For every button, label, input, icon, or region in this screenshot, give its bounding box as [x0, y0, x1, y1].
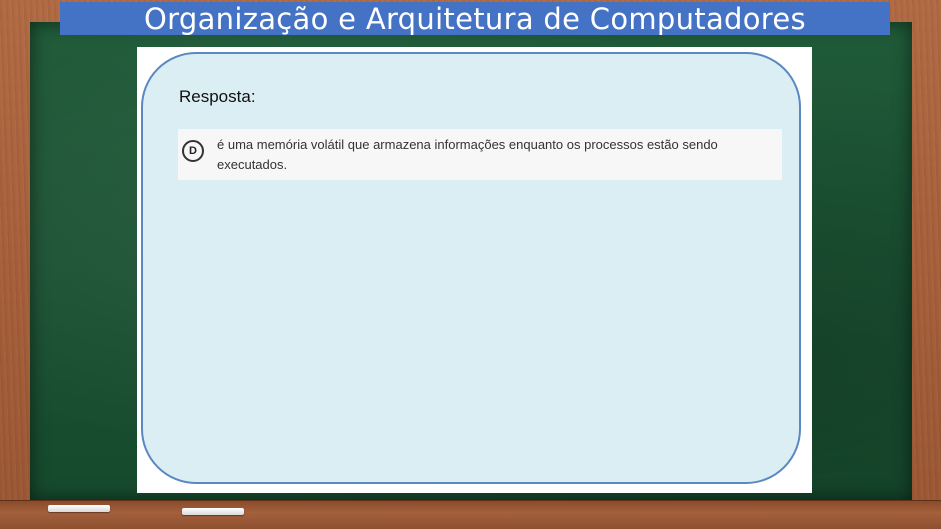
chalk-piece	[182, 508, 244, 515]
answer-option: D é uma memória volátil que armazena inf…	[178, 129, 782, 180]
answer-label: Resposta:	[179, 87, 256, 106]
option-letter-badge: D	[182, 140, 204, 162]
content-card: Resposta: D é uma memória volátil que ar…	[137, 47, 812, 493]
option-text: é uma memória volátil que armazena infor…	[217, 137, 718, 172]
slide-title-bar: Organização e Arquitetura de Computadore…	[60, 1, 890, 36]
slide-title: Organização e Arquitetura de Computadore…	[144, 1, 806, 36]
answer-bubble: Resposta: D é uma memória volátil que ar…	[141, 52, 801, 484]
chalk-piece	[48, 505, 110, 512]
chalkboard-frame: Organização e Arquitetura de Computadore…	[0, 0, 941, 529]
chalk-tray	[0, 500, 941, 529]
